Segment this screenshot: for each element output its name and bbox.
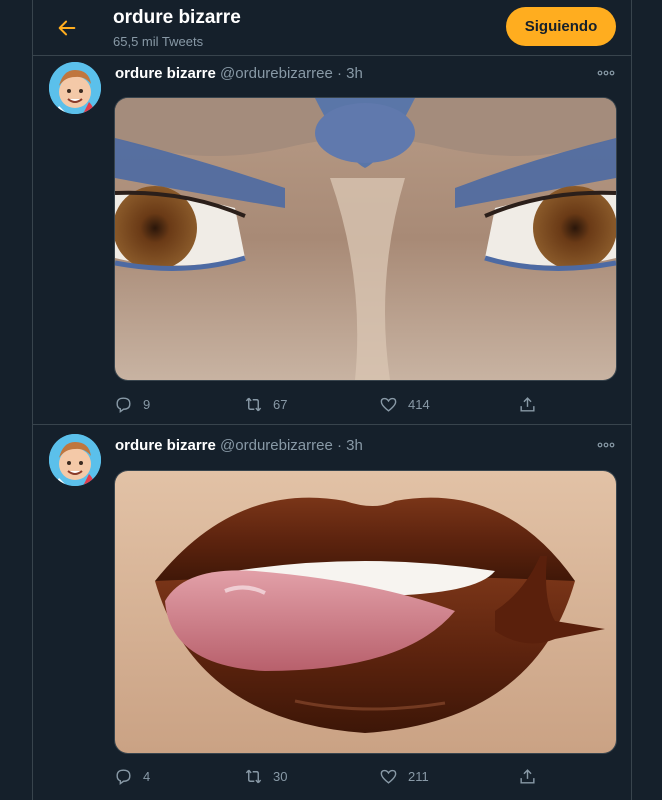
share-icon [520, 768, 535, 784]
like-button[interactable]: 414 [379, 393, 430, 415]
like-icon [380, 769, 397, 784]
retweet-button[interactable]: 67 [244, 393, 287, 415]
reply-count: 9 [143, 396, 151, 412]
back-button[interactable] [50, 11, 84, 45]
tweet-media-image[interactable] [114, 470, 617, 754]
like-count: 211 [408, 768, 429, 784]
more-icon [597, 70, 615, 76]
separator: · [337, 65, 342, 82]
tweet[interactable]: ordure bizarre @ordurebizarree · 3h [33, 56, 631, 425]
avatar[interactable] [49, 62, 101, 114]
retweet-button[interactable]: 30 [244, 765, 287, 787]
tweet-time[interactable]: 3h [346, 65, 363, 82]
tweet[interactable]: ordure bizarre @ordurebizarree · 3h [33, 425, 631, 800]
tweet-actions: 9 67 414 [114, 393, 554, 415]
back-arrow-icon [58, 20, 76, 36]
like-count: 414 [408, 396, 430, 412]
author-name[interactable]: ordure bizarre [115, 437, 216, 454]
author-handle[interactable]: @ordurebizarree [220, 437, 333, 454]
reply-button[interactable]: 4 [114, 765, 150, 787]
retweet-count: 30 [273, 768, 288, 784]
more-button[interactable] [595, 64, 617, 82]
reply-button[interactable]: 9 [114, 393, 150, 415]
tweet-media-image[interactable] [114, 97, 617, 381]
retweet-icon [245, 769, 262, 783]
share-button[interactable] [518, 393, 537, 415]
following-button[interactable]: Siguiendo [506, 7, 616, 46]
author-name[interactable]: ordure bizarre [115, 65, 216, 82]
author-handle[interactable]: @ordurebizarree [220, 65, 333, 82]
profile-header: ordure bizarre 65,5 mil Tweets Siguiendo [33, 0, 631, 56]
retweet-icon [245, 397, 262, 411]
tweet-header: ordure bizarre @ordurebizarree · 3h [115, 437, 363, 454]
share-icon [520, 396, 535, 412]
retweet-count: 67 [273, 396, 288, 412]
reply-icon [116, 396, 131, 413]
avatar[interactable] [49, 434, 101, 486]
page-title: ordure bizarre [113, 7, 241, 28]
more-button[interactable] [595, 436, 617, 454]
like-button[interactable]: 211 [379, 765, 429, 787]
timeline-column: ordure bizarre 65,5 mil Tweets Siguiendo… [32, 0, 632, 800]
reply-icon [116, 768, 131, 785]
tweet-count: 65,5 mil Tweets [113, 34, 204, 49]
separator: · [337, 437, 342, 454]
reply-count: 4 [143, 768, 151, 784]
like-icon [380, 397, 397, 412]
tweet-actions: 4 30 211 [114, 765, 554, 787]
tweet-time[interactable]: 3h [346, 437, 363, 454]
share-button[interactable] [518, 765, 537, 787]
tweet-header: ordure bizarre @ordurebizarree · 3h [115, 65, 363, 82]
more-icon [597, 442, 615, 448]
